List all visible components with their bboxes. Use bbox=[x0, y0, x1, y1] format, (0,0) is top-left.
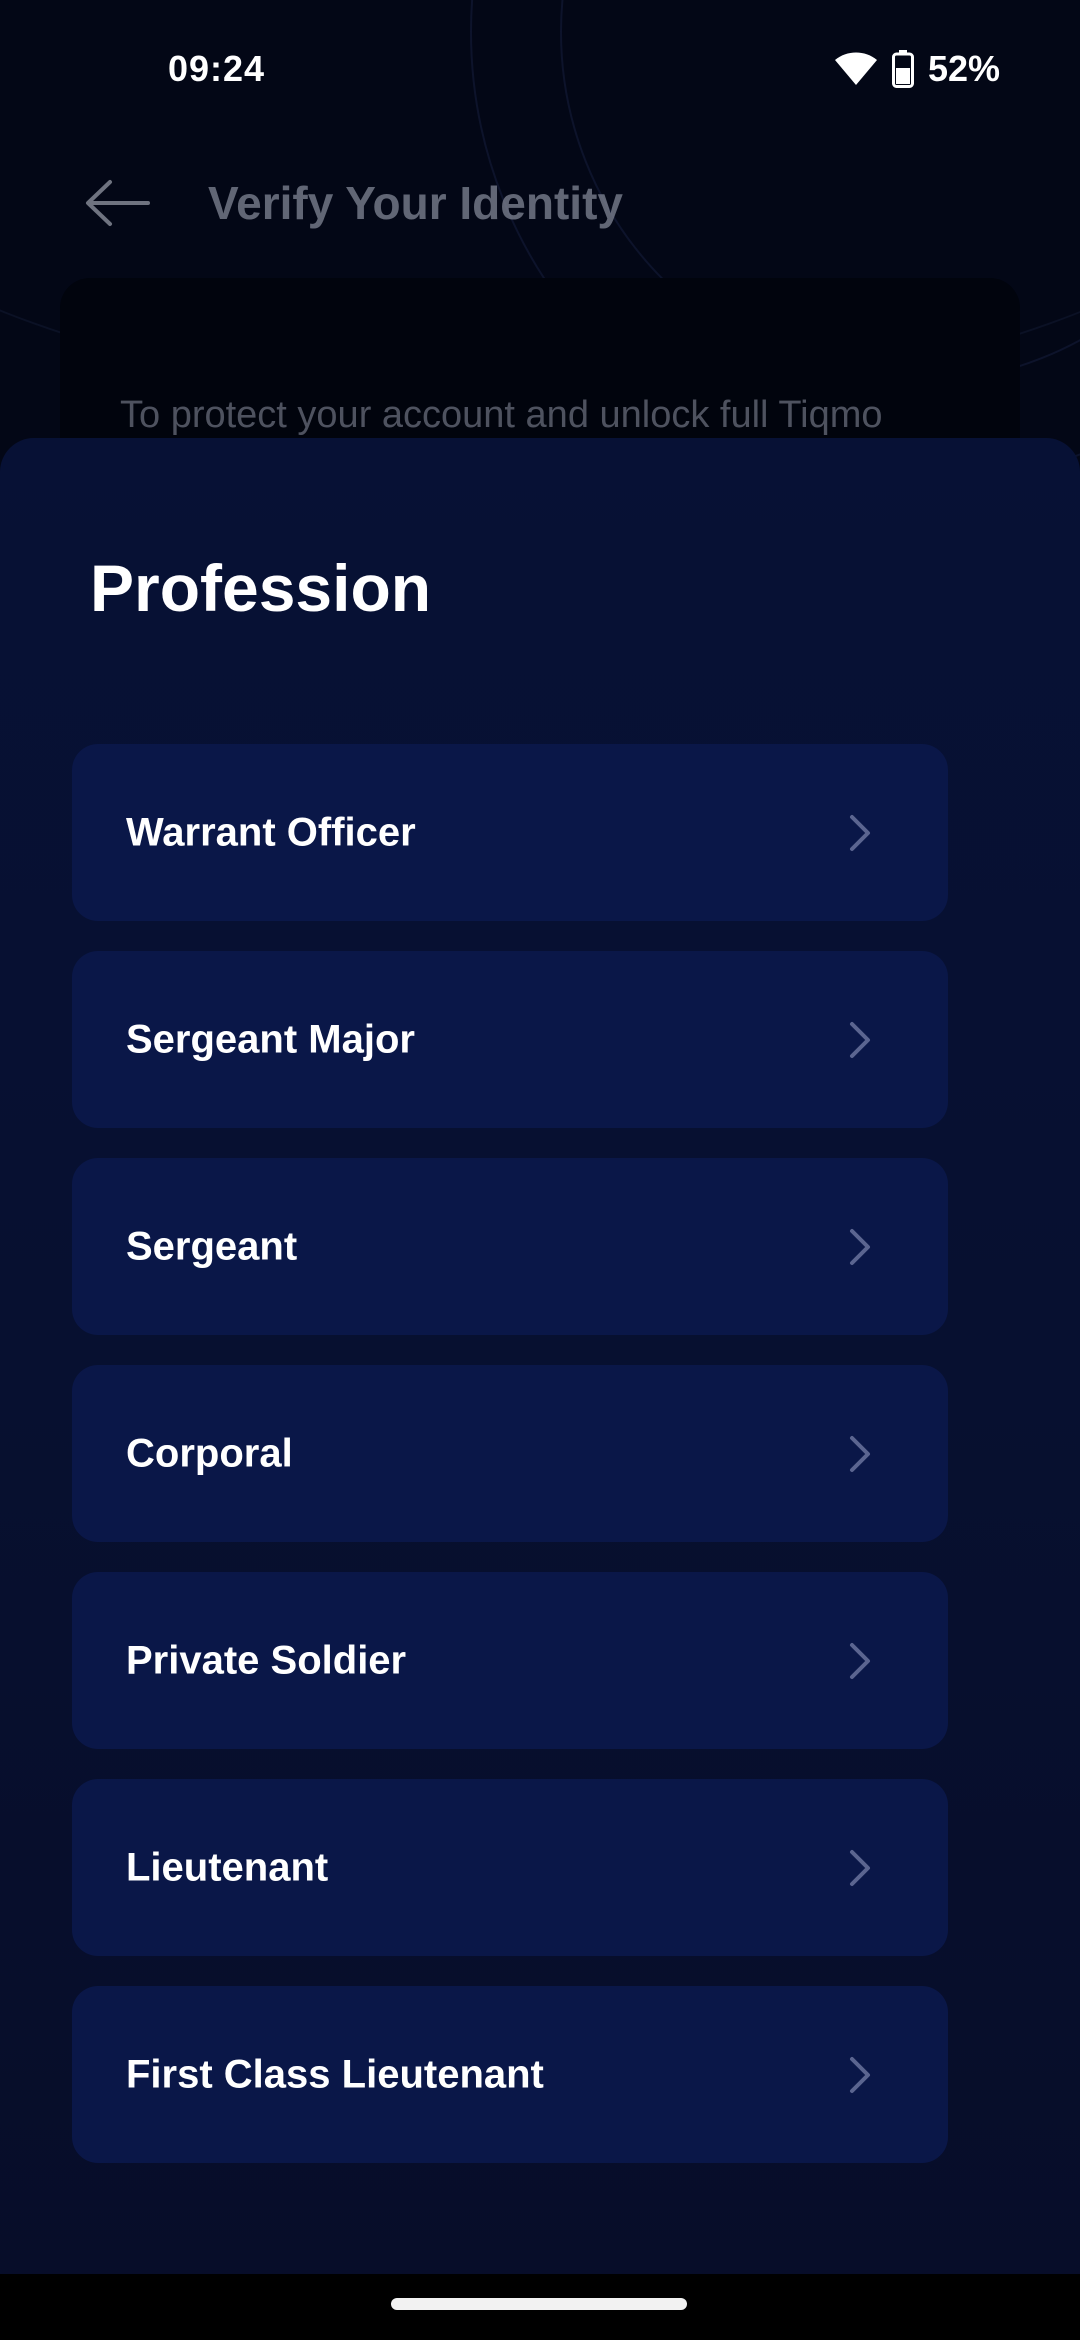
chevron-right-icon bbox=[848, 1227, 872, 1267]
option-label: Corporal bbox=[126, 1431, 293, 1475]
battery-icon bbox=[891, 50, 914, 88]
system-navigation-bar bbox=[0, 2274, 1080, 2340]
status-time: 09:24 bbox=[168, 48, 266, 89]
status-bar: 09:24 52% bbox=[0, 0, 1080, 140]
sheet-title: Profession bbox=[90, 551, 432, 625]
profession-bottom-sheet: Profession Warrant Officer Sergeant Majo… bbox=[0, 438, 1080, 2274]
wifi-icon bbox=[834, 52, 878, 86]
chevron-right-icon bbox=[848, 813, 872, 853]
profession-option-first-class-lieutenant[interactable]: First Class Lieutenant bbox=[72, 1986, 948, 2163]
chevron-right-icon bbox=[848, 1641, 872, 1681]
chevron-right-icon bbox=[848, 1434, 872, 1474]
home-indicator[interactable] bbox=[391, 2298, 687, 2310]
app-header: Verify Your Identity bbox=[0, 150, 1080, 260]
option-label: Sergeant bbox=[126, 1224, 298, 1268]
chevron-right-icon bbox=[848, 1848, 872, 1888]
option-label: Warrant Officer bbox=[126, 810, 416, 854]
profession-option-private-soldier[interactable]: Private Soldier bbox=[72, 1572, 948, 1749]
option-label: Lieutenant bbox=[126, 1845, 329, 1889]
profession-option-sergeant[interactable]: Sergeant bbox=[72, 1158, 948, 1335]
option-label: Private Soldier bbox=[126, 1638, 407, 1682]
page-title: Verify Your Identity bbox=[208, 177, 623, 229]
profession-option-corporal[interactable]: Corporal bbox=[72, 1365, 948, 1542]
arrow-left-icon[interactable] bbox=[84, 178, 150, 228]
status-icons: 52% bbox=[834, 48, 1000, 90]
battery-percentage: 52% bbox=[927, 48, 1000, 89]
screen: Verify Your Identity To protect your acc… bbox=[0, 0, 1080, 2340]
profession-list: Warrant Officer Sergeant Major Sergeant … bbox=[72, 744, 948, 2163]
chevron-right-icon bbox=[848, 2055, 872, 2095]
option-label: Sergeant Major bbox=[126, 1017, 415, 1061]
option-label: First Class Lieutenant bbox=[126, 2052, 544, 2096]
profession-option-lieutenant[interactable]: Lieutenant bbox=[72, 1779, 948, 1956]
info-text: To protect your account and unlock full … bbox=[120, 394, 883, 436]
chevron-right-icon bbox=[848, 1020, 872, 1060]
profession-option-warrant-officer[interactable]: Warrant Officer bbox=[72, 744, 948, 921]
profession-option-sergeant-major[interactable]: Sergeant Major bbox=[72, 951, 948, 1128]
